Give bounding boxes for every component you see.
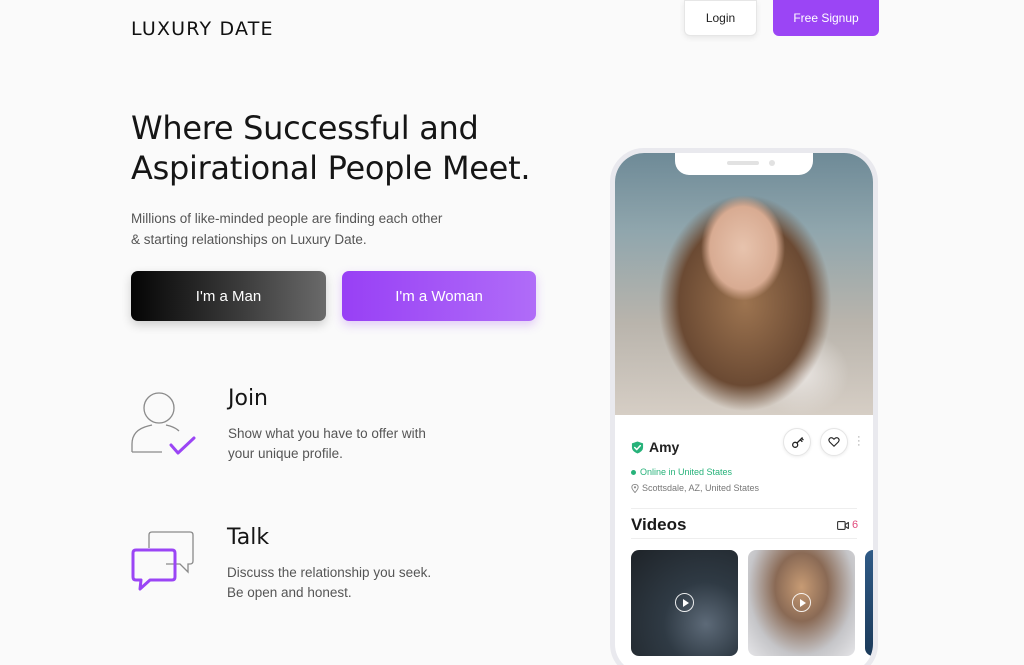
key-icon [791, 436, 804, 448]
video-thumbnail[interactable] [865, 550, 873, 656]
profile-location-text: Scottsdale, AZ, United States [642, 483, 760, 493]
hero-subtitle-line-1: Millions of like-minded people are findi… [131, 211, 443, 226]
feature-join-desc-line-2: your unique profile. [228, 446, 343, 461]
login-button[interactable]: Login [684, 0, 757, 36]
heart-icon [828, 437, 840, 447]
profile-location: Scottsdale, AZ, United States [631, 483, 759, 493]
notch-speaker [727, 161, 759, 165]
video-thumbnail[interactable] [631, 550, 738, 656]
hero-subtitle-line-2: & starting relationships on Luxury Date. [131, 232, 367, 247]
profile-name-row: Amy [631, 439, 679, 455]
feature-join-description: Show what you have to offer with your un… [228, 424, 488, 464]
more-options-icon[interactable]: · · · [857, 432, 861, 451]
play-icon[interactable] [792, 593, 811, 612]
phone-notch [675, 153, 813, 175]
location-pin-icon [631, 483, 639, 493]
free-signup-button[interactable]: Free Signup [773, 0, 879, 36]
hero-title: Where Successful and Aspirational People… [131, 108, 591, 188]
hero-title-line-2: Aspirational People Meet. [131, 149, 531, 187]
videos-divider [631, 538, 857, 539]
favorite-button[interactable] [820, 428, 848, 456]
profile-name: Amy [649, 439, 680, 455]
notch-camera [769, 160, 775, 166]
profile-photo[interactable] [615, 153, 873, 415]
key-button[interactable] [783, 428, 811, 456]
feature-talk-desc-line-2: Be open and honest. [227, 585, 352, 600]
user-check-icon [131, 392, 196, 455]
section-divider [631, 508, 857, 509]
phone-mockup: Amy · · · Online in United States Scottsda… [610, 148, 878, 665]
verified-shield-icon [631, 440, 644, 454]
videos-heading: Videos [631, 515, 687, 534]
feature-talk-description: Discuss the relationship you seek. Be op… [227, 563, 487, 603]
feature-join-title: Join [228, 386, 269, 411]
online-status-text: Online in United States [640, 467, 733, 477]
site-logo[interactable]: LUXURY DATE [131, 18, 274, 40]
hero-title-line-1: Where Successful and [131, 109, 479, 147]
online-dot-icon [631, 469, 636, 475]
online-status: Online in United States [631, 467, 732, 477]
feature-talk-desc-line-1: Discuss the relationship you seek. [227, 565, 432, 580]
videos-count[interactable]: 6 [837, 519, 858, 531]
play-icon[interactable] [675, 593, 694, 612]
chat-bubbles-icon [131, 531, 194, 591]
video-camera-icon [837, 520, 849, 530]
feature-talk-title: Talk [227, 525, 270, 550]
videos-count-number: 6 [852, 519, 859, 531]
video-thumbnail[interactable] [748, 550, 855, 656]
im-a-woman-button[interactable]: I'm a Woman [342, 271, 536, 321]
feature-join-desc-line-1: Show what you have to offer with [228, 426, 426, 441]
hero-subtitle: Millions of like-minded people are findi… [131, 208, 511, 250]
im-a-man-button[interactable]: I'm a Man [131, 271, 326, 321]
